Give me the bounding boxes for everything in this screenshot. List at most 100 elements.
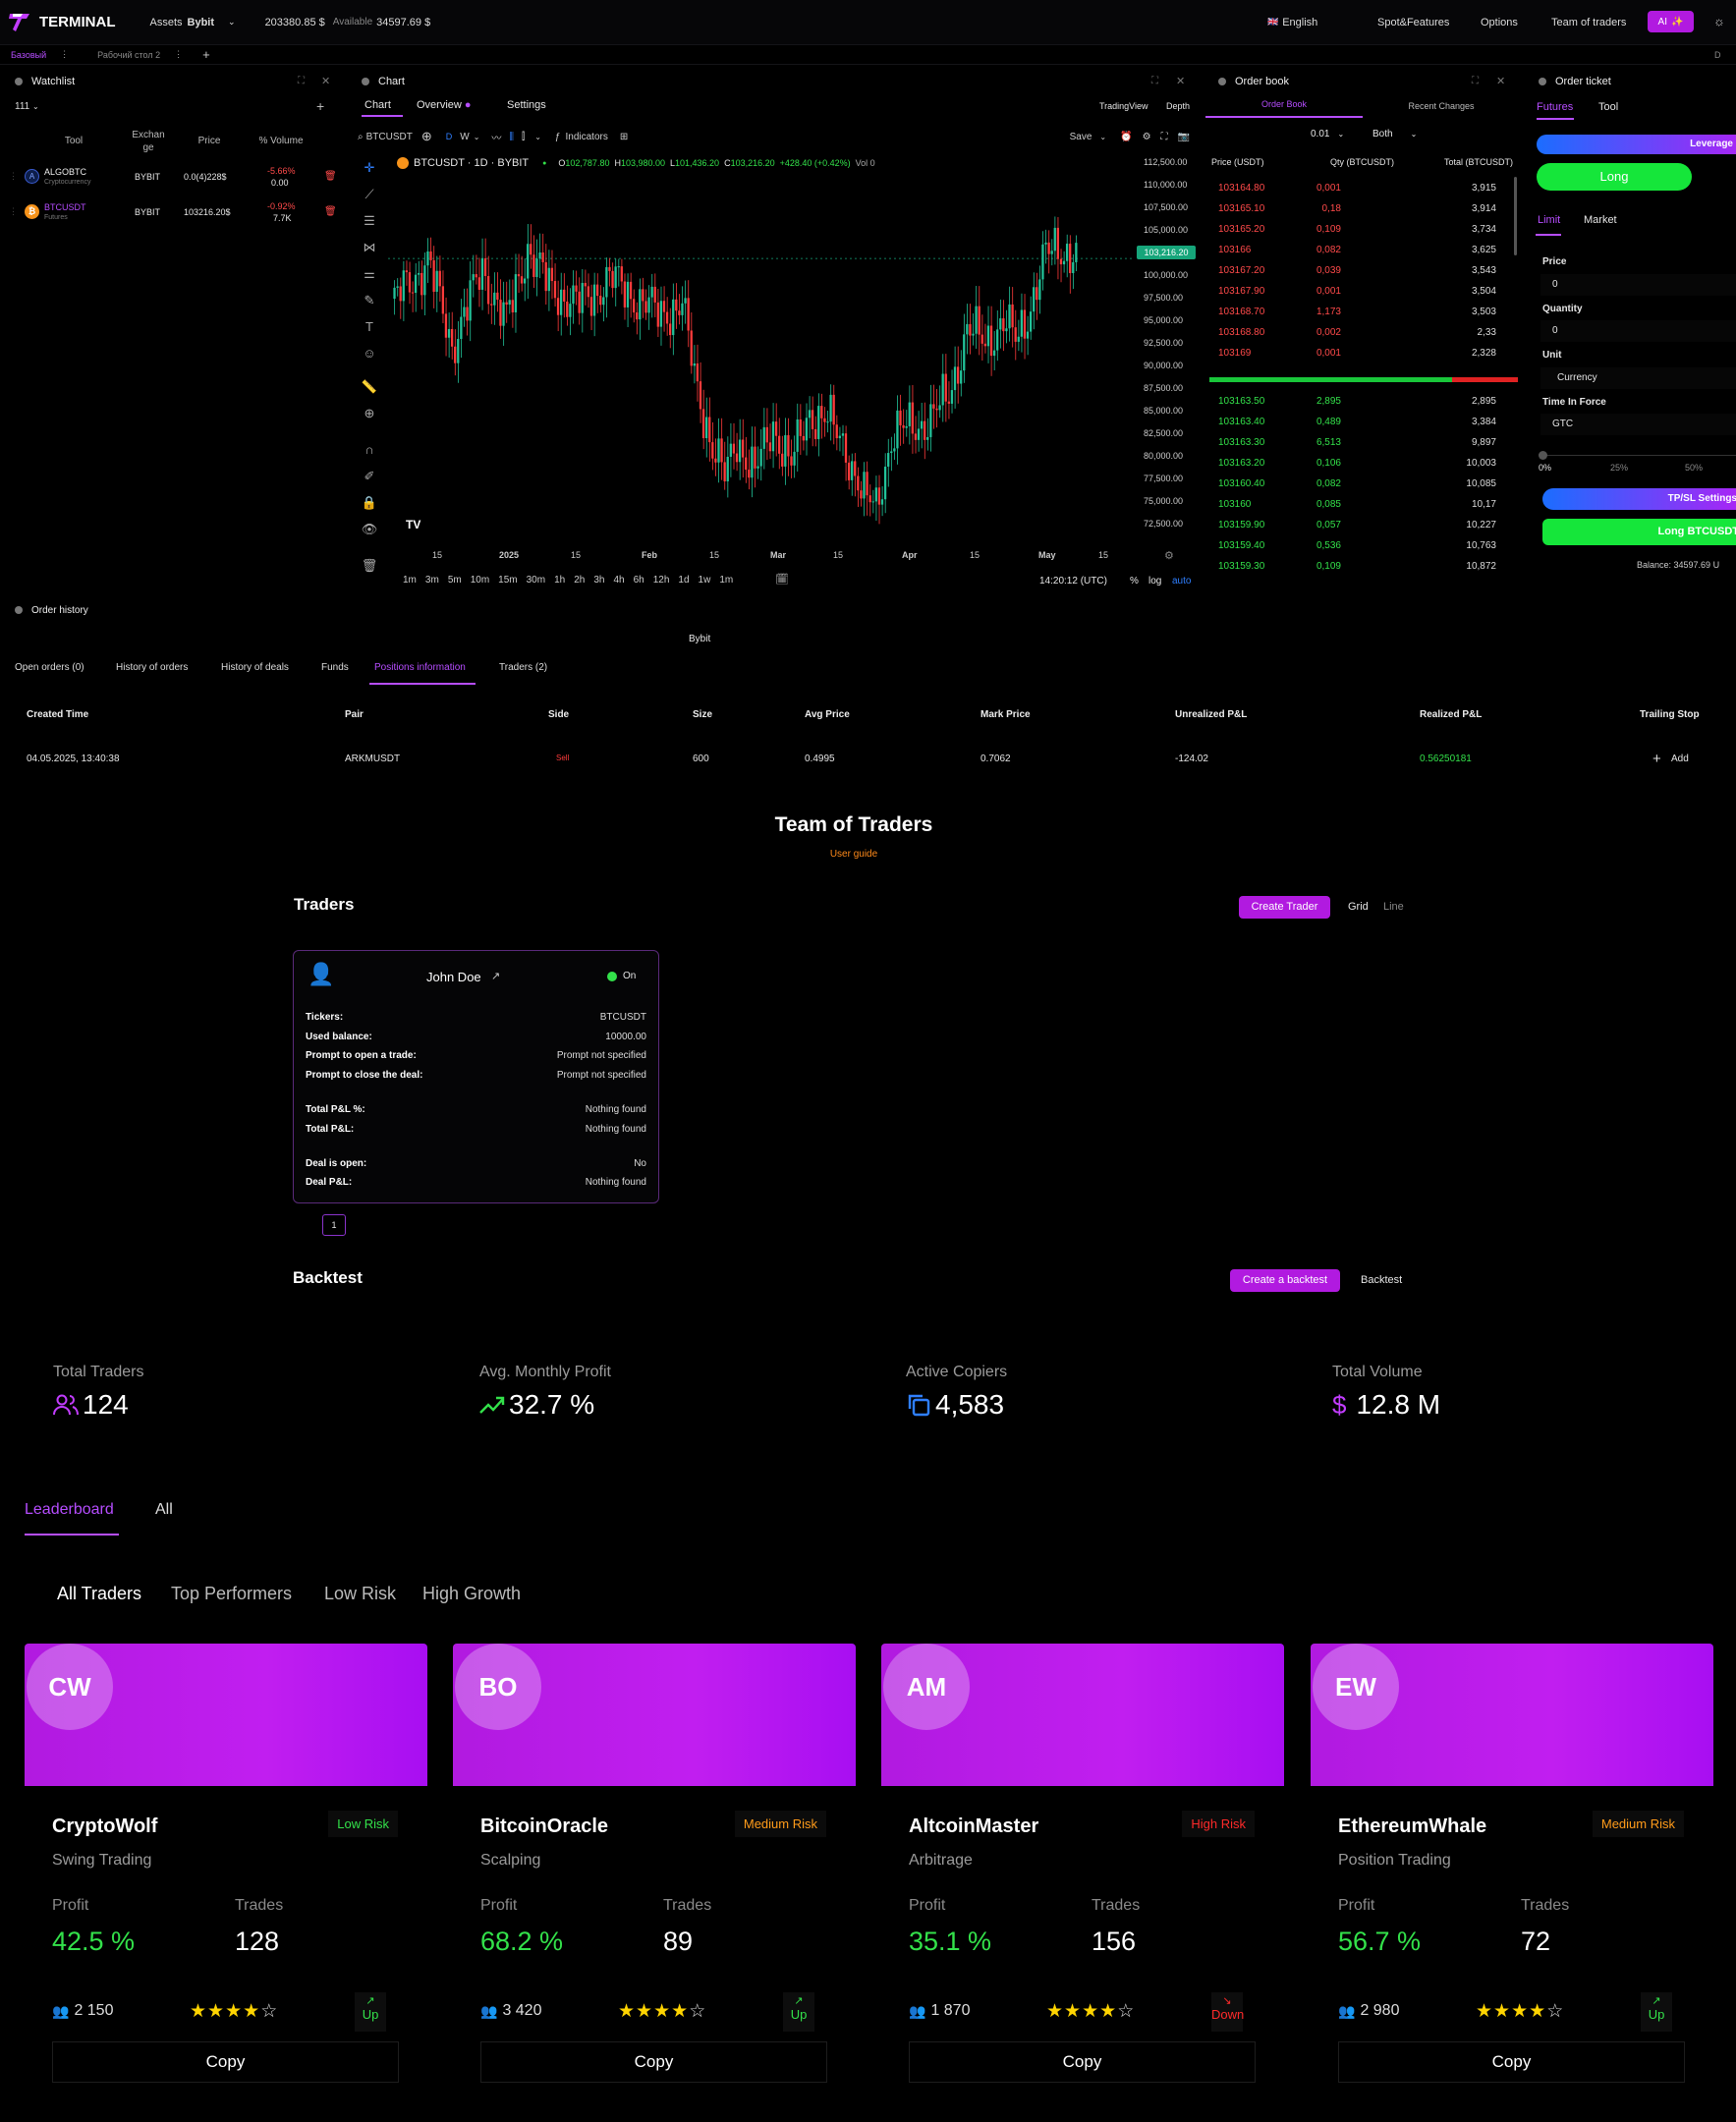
tif-select[interactable]: GTC [1540, 414, 1736, 435]
table-row[interactable]: 04.05.2025, 13:40:38 ARKMUSDT Sell 600 0.499… [0, 751, 1736, 767]
timeframe-1m[interactable]: 1m [403, 575, 417, 588]
bid-row[interactable]: 103159.30 0,109 10,872 [1214, 557, 1507, 578]
tab-leaderboard[interactable]: Leaderboard [25, 1501, 114, 1519]
tab-settings[interactable]: Settings [507, 99, 546, 111]
col-header[interactable]: Pair [345, 709, 364, 720]
bid-row[interactable]: 103163.20 0,106 10,003 [1214, 454, 1507, 475]
side-select[interactable]: Both ⌄ [1372, 129, 1417, 140]
eye-icon[interactable]: 👁 [359, 522, 380, 558]
chart-settings-icon[interactable]: ⚙ [1164, 549, 1174, 562]
backtest-tab[interactable]: Backtest [1361, 1274, 1402, 1286]
tab-history-of-deals[interactable]: History of deals [221, 662, 289, 673]
fib-icon[interactable]: ☰ [359, 213, 380, 240]
timeframe-1d[interactable]: 1d [678, 575, 689, 588]
trash-icon[interactable]: 🗑 [324, 171, 337, 182]
tab-market[interactable]: Market [1584, 214, 1617, 226]
magnet-icon[interactable]: ∩ [359, 442, 380, 469]
tab-tool[interactable]: Tool [1598, 101, 1618, 113]
tab-funds[interactable]: Funds [321, 662, 349, 673]
create-backtest-button[interactable]: Create a backtest [1230, 1269, 1340, 1292]
bid-row[interactable]: 103160 0,085 10,17 [1214, 495, 1507, 516]
trader-card-ethereumwhale[interactable]: EW EthereumWhale Medium Risk Position Tradi… [1311, 1644, 1713, 2095]
percent-toggle[interactable]: % [1130, 576, 1139, 586]
trendline-icon[interactable]: ⟋ [359, 187, 380, 213]
timeframe-3m[interactable]: 3m [425, 575, 439, 588]
timeframe-30m[interactable]: 30m [527, 575, 545, 588]
theme-toggle-icon[interactable]: ☼ [1713, 14, 1725, 28]
bid-row[interactable]: 103163.40 0,489 3,384 [1214, 413, 1507, 433]
external-link-icon[interactable]: ↗ [491, 970, 500, 982]
zoom-icon[interactable]: ⊕ [359, 406, 380, 442]
projection-icon[interactable]: ⚌ [359, 266, 380, 293]
timeframe-12h[interactable]: 12h [653, 575, 670, 588]
tab-recent-changes[interactable]: Recent Changes [1363, 101, 1520, 111]
timeframe-15m[interactable]: 15m [498, 575, 517, 588]
auto-toggle[interactable]: auto [1172, 576, 1191, 586]
tab-positions-information[interactable]: Positions information [374, 662, 466, 673]
tab-depth[interactable]: Depth [1166, 101, 1190, 111]
tab-overview[interactable]: Overview ● [417, 99, 472, 111]
timeframe-2h[interactable]: 2h [574, 575, 585, 588]
expand-icon[interactable]: ⛶ [298, 76, 305, 86]
ai-button[interactable]: AI ✨ [1648, 11, 1694, 32]
assets-selector[interactable]: Assets Bybit ⌄ [150, 17, 236, 28]
search-icon[interactable]: ⌕ [358, 132, 364, 142]
plus-icon[interactable]: + [1652, 751, 1661, 767]
chevron-down-icon[interactable]: ⌄ [474, 133, 480, 141]
orderbook-scrollbar[interactable] [1514, 177, 1517, 255]
ask-row[interactable]: 103165.20 0,109 3,734 [1214, 220, 1507, 241]
log-toggle[interactable]: log [1148, 576, 1161, 586]
col-header[interactable]: Unrealized P&L [1175, 709, 1247, 720]
fullscreen-icon[interactable]: ⛶ [1161, 132, 1168, 142]
price-axis[interactable]: 112,500.00 110,000.00 107,500.00 105,000.00… [1140, 157, 1199, 540]
layouts-icon[interactable]: ⊞ [620, 132, 628, 142]
timeframe-10m[interactable]: 10m [471, 575, 489, 588]
pencil-lock-icon[interactable]: ✐ [359, 469, 380, 495]
brush-icon[interactable]: ✎ [359, 293, 380, 319]
timeframe-1h[interactable]: 1h [554, 575, 565, 588]
timeframe-4h[interactable]: 4h [613, 575, 624, 588]
pattern-icon[interactable]: ⋈ [359, 240, 380, 266]
unit-select[interactable]: Currency [1540, 367, 1736, 389]
trash-icon[interactable]: 🗑 [324, 206, 337, 217]
chart-symbol[interactable]: BTCUSDT [366, 132, 413, 142]
text-icon[interactable]: T [359, 319, 380, 346]
bid-row[interactable]: 103163.30 6,513 9,897 [1214, 433, 1507, 454]
col-header[interactable]: Trailing Stop [1640, 709, 1700, 720]
close-icon[interactable]: ✕ [1496, 75, 1505, 87]
col-header[interactable]: Avg Price [805, 709, 850, 720]
create-trader-button[interactable]: Create Trader [1239, 896, 1330, 919]
nav-team-of-traders[interactable]: Team of traders [1551, 17, 1626, 28]
drag-handle-icon[interactable]: ⋮ [9, 171, 18, 182]
interval-d[interactable]: D [446, 132, 453, 141]
drag-handle-icon[interactable]: ⋮ [9, 206, 18, 217]
language-selector[interactable]: 🇬🇧 English [1267, 17, 1317, 28]
timeframe-3h[interactable]: 3h [593, 575, 604, 588]
size-slider[interactable] [1540, 455, 1736, 456]
close-icon[interactable]: ✕ [321, 75, 330, 87]
crosshair-icon[interactable]: ✛ [359, 160, 380, 187]
trash-icon[interactable]: 🗑 [359, 558, 380, 585]
tab-futures[interactable]: Futures [1537, 101, 1573, 113]
pagination-page[interactable]: 1 [322, 1214, 346, 1236]
timeframe-6h[interactable]: 6h [634, 575, 644, 588]
long-button[interactable]: Long [1537, 163, 1692, 191]
chevron-down-icon[interactable]: ⌄ [534, 133, 541, 141]
copy-button[interactable]: Copy [909, 2041, 1256, 2083]
ask-row[interactable]: 103165.10 0,18 3,914 [1214, 199, 1507, 220]
slider-handle[interactable] [1539, 451, 1547, 460]
close-icon[interactable]: ✕ [1176, 75, 1185, 87]
tab-history-of-orders[interactable]: History of orders [116, 662, 188, 673]
bars-icon[interactable]: ⫼ [509, 132, 514, 142]
trader-card-altcoinmaster[interactable]: AM AltcoinMaster High Risk Arbitrage Profit T… [881, 1644, 1284, 2095]
long-btcusdt-button[interactable]: Long BTCUSDT [1542, 519, 1736, 545]
tab-all[interactable]: All [155, 1501, 173, 1519]
ask-row[interactable]: 103164.80 0,001 3,915 [1214, 179, 1507, 199]
lock-icon[interactable]: 🔒 [359, 495, 380, 522]
bid-row[interactable]: 103159.40 0,536 10,763 [1214, 536, 1507, 557]
copy-button[interactable]: Copy [480, 2041, 827, 2083]
ask-row[interactable]: 103168.80 0,002 2,33 [1214, 323, 1507, 344]
tab-traders-2[interactable]: Traders (2) [499, 662, 547, 673]
save-button[interactable]: Save [1070, 132, 1092, 142]
slider-50[interactable]: 50% [1685, 463, 1703, 473]
